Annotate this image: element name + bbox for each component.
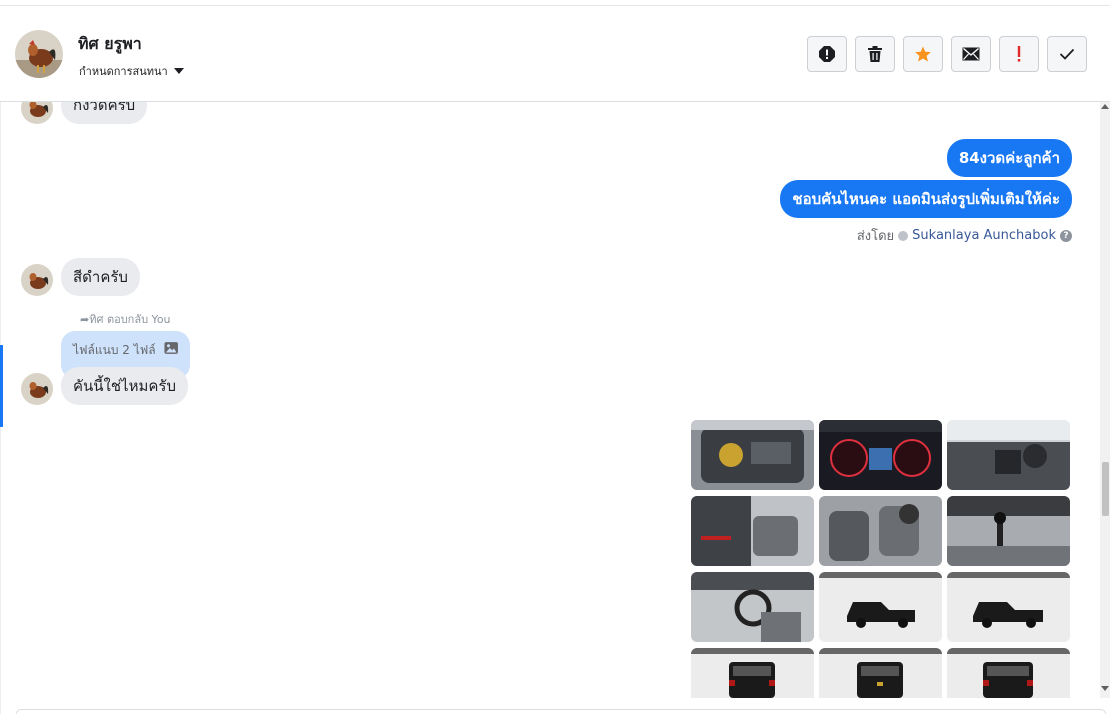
incoming-message[interactable]: กี่งวดครับ xyxy=(61,102,148,124)
delete-button[interactable] xyxy=(855,36,895,72)
message-thread[interactable]: กี่งวดครับ 84งวดค่ะลูกค้า ชอบคันไหนคะ แอ… xyxy=(0,102,1100,698)
contact-avatar[interactable] xyxy=(15,30,63,78)
agent-name-link[interactable]: Sukanlaya Aunchabok xyxy=(912,228,1056,243)
photo-truck-rear-2[interactable] xyxy=(819,648,942,698)
photo-interior-dash[interactable] xyxy=(947,420,1070,490)
star-icon xyxy=(915,46,931,62)
conversation-assign-label: กำหนดการสนทนา xyxy=(79,65,168,78)
photo-truck-rear[interactable] xyxy=(691,648,814,698)
photo-truck-side-2[interactable] xyxy=(947,572,1070,642)
thread-scrollbar[interactable] xyxy=(1100,102,1110,698)
photo-door-interior[interactable] xyxy=(691,496,814,566)
spam-icon xyxy=(819,46,835,62)
incoming-message[interactable]: คันนี้ใช่ไหมครับ xyxy=(61,367,188,405)
help-icon[interactable]: ? xyxy=(1060,229,1072,242)
conversation-view: ทิศ ยรูพา กำหนดการสนทนา กี่งวดครับ 84งวด… xyxy=(0,0,1110,714)
photo-dashboard-gauges[interactable] xyxy=(819,420,942,490)
mark-spam-button[interactable] xyxy=(807,36,847,72)
follow-up-button[interactable] xyxy=(999,36,1039,72)
photo-steering-wheel[interactable] xyxy=(691,572,814,642)
scroll-down-arrow-icon[interactable] xyxy=(1101,686,1109,691)
photo-gear-shifter[interactable] xyxy=(947,496,1070,566)
caret-down-icon xyxy=(173,68,184,74)
incoming-message[interactable]: สีดำครับ xyxy=(61,258,140,296)
sender-avatar xyxy=(21,264,53,296)
message-composer[interactable] xyxy=(16,709,1106,714)
check-icon xyxy=(1059,48,1075,60)
sent-by-label: ส่งโดย xyxy=(856,229,895,244)
mark-unread-button[interactable] xyxy=(951,36,991,72)
exclamation-icon xyxy=(1017,46,1021,62)
outgoing-message[interactable]: 84งวดค่ะลูกค้า xyxy=(946,139,1072,177)
action-toolbar xyxy=(807,36,1087,72)
photo-truck-side[interactable] xyxy=(819,572,942,642)
quoted-attachment-label: ไฟล์แนบ 2 ไฟล์ xyxy=(73,343,156,357)
reply-arrow-icon: ➦ xyxy=(80,313,90,326)
verified-icon xyxy=(898,230,909,241)
reply-label: ทิศ ตอบกลับ You xyxy=(89,313,171,326)
contact-name[interactable]: ทิศ ยรูพา xyxy=(78,32,142,57)
mark-done-button[interactable] xyxy=(1047,36,1087,72)
sender-avatar xyxy=(21,102,53,124)
photo-truck-rear-3[interactable] xyxy=(947,648,1070,698)
scroll-up-arrow-icon[interactable] xyxy=(1101,104,1109,109)
outgoing-message[interactable]: ชอบคันไหนคะ แอดมินส่งรูปเพิ่มเติมให้ค่ะ xyxy=(780,180,1072,218)
sent-by-info: ส่งโดย Sukanlaya Aunchabok ? xyxy=(857,225,1072,246)
image-icon xyxy=(164,342,178,354)
star-button[interactable] xyxy=(903,36,943,72)
envelope-icon xyxy=(962,47,980,61)
trash-icon xyxy=(868,46,882,62)
photo-engine-bay[interactable] xyxy=(691,420,814,490)
conversation-header: ทิศ ยรูพา กำหนดการสนทนา xyxy=(0,6,1110,102)
scrollbar-thumb[interactable] xyxy=(1102,462,1109,516)
sender-avatar xyxy=(21,373,53,405)
photo-front-seats[interactable] xyxy=(819,496,942,566)
conversation-assign-dropdown[interactable]: กำหนดการสนทนา xyxy=(79,62,184,80)
reply-indicator: ➦ทิศ ตอบกลับ You xyxy=(80,310,171,328)
